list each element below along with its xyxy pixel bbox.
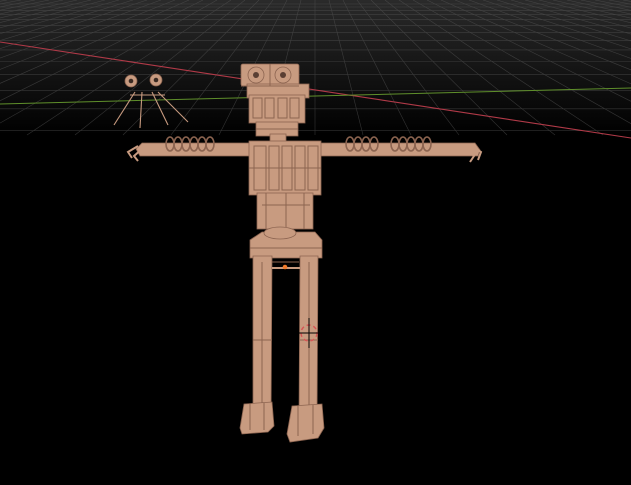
3d-cursor-icon[interactable] bbox=[294, 318, 324, 348]
floor-grid-shade bbox=[0, 0, 631, 135]
viewport-canvas[interactable] bbox=[0, 0, 631, 485]
robot-pelvis bbox=[249, 226, 323, 259]
robot-legs bbox=[252, 255, 319, 421]
3d-viewport[interactable] bbox=[0, 0, 631, 485]
robot-feet bbox=[239, 401, 325, 443]
robot-torso bbox=[248, 140, 322, 230]
origin-point-icon bbox=[282, 264, 288, 270]
